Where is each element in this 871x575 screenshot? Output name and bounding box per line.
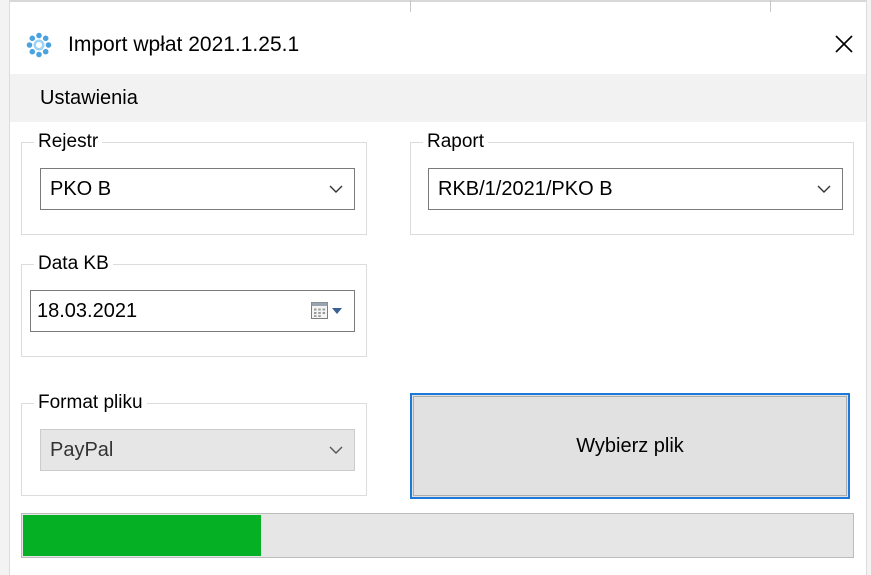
format-pliku-selected-value: PayPal xyxy=(50,439,114,461)
import-dialog-window: Import wpłat 2021.1.25.1 Ustawienia Reje… xyxy=(0,0,871,575)
menu-item-ustawienia[interactable]: Ustawienia xyxy=(40,84,138,112)
chevron-down-icon xyxy=(329,446,343,454)
raport-selected-value: RKB/1/2021/PKO B xyxy=(438,178,613,200)
group-format-pliku: Format pliku PayPal xyxy=(21,391,367,496)
close-button[interactable] xyxy=(822,22,866,66)
group-raport: Raport RKB/1/2021/PKO B xyxy=(410,130,854,235)
menu-bar: Ustawienia xyxy=(10,74,866,122)
rejestr-select[interactable]: PKO B xyxy=(40,168,355,210)
group-rejestr-legend: Rejestr xyxy=(34,130,103,154)
format-pliku-select[interactable]: PayPal xyxy=(40,429,355,471)
raport-select[interactable]: RKB/1/2021/PKO B xyxy=(428,168,843,210)
rejestr-selected-value: PKO B xyxy=(50,178,112,200)
import-progress-fill xyxy=(23,515,261,556)
group-rejestr: Rejestr PKO B xyxy=(21,130,367,235)
background-column-divider xyxy=(410,0,411,12)
app-icon xyxy=(26,32,52,58)
title-bar: Import wpłat 2021.1.25.1 xyxy=(10,14,866,74)
group-format-pliku-legend: Format pliku xyxy=(34,391,147,415)
calendar-icon[interactable] xyxy=(310,300,346,322)
chevron-down-icon xyxy=(817,185,831,193)
background-column-divider xyxy=(770,0,771,12)
background-window-edge xyxy=(0,0,871,2)
data-kb-datepicker[interactable]: 18.03.2021 xyxy=(30,290,355,332)
group-data-kb-legend: Data KB xyxy=(34,252,113,276)
chevron-down-icon xyxy=(329,185,343,193)
background-window-edge-left xyxy=(0,0,10,575)
close-icon xyxy=(835,35,853,53)
group-raport-legend: Raport xyxy=(423,130,489,154)
choose-file-button-label: Wybierz plik xyxy=(576,434,684,457)
data-kb-value: 18.03.2021 xyxy=(37,300,138,322)
group-data-kb: Data KB 18.03.2021 xyxy=(21,252,367,357)
background-window-edge-right xyxy=(866,0,871,575)
window-title: Import wpłat 2021.1.25.1 xyxy=(68,33,300,56)
import-progress-bar xyxy=(21,513,854,558)
choose-file-button[interactable]: Wybierz plik xyxy=(410,393,850,499)
